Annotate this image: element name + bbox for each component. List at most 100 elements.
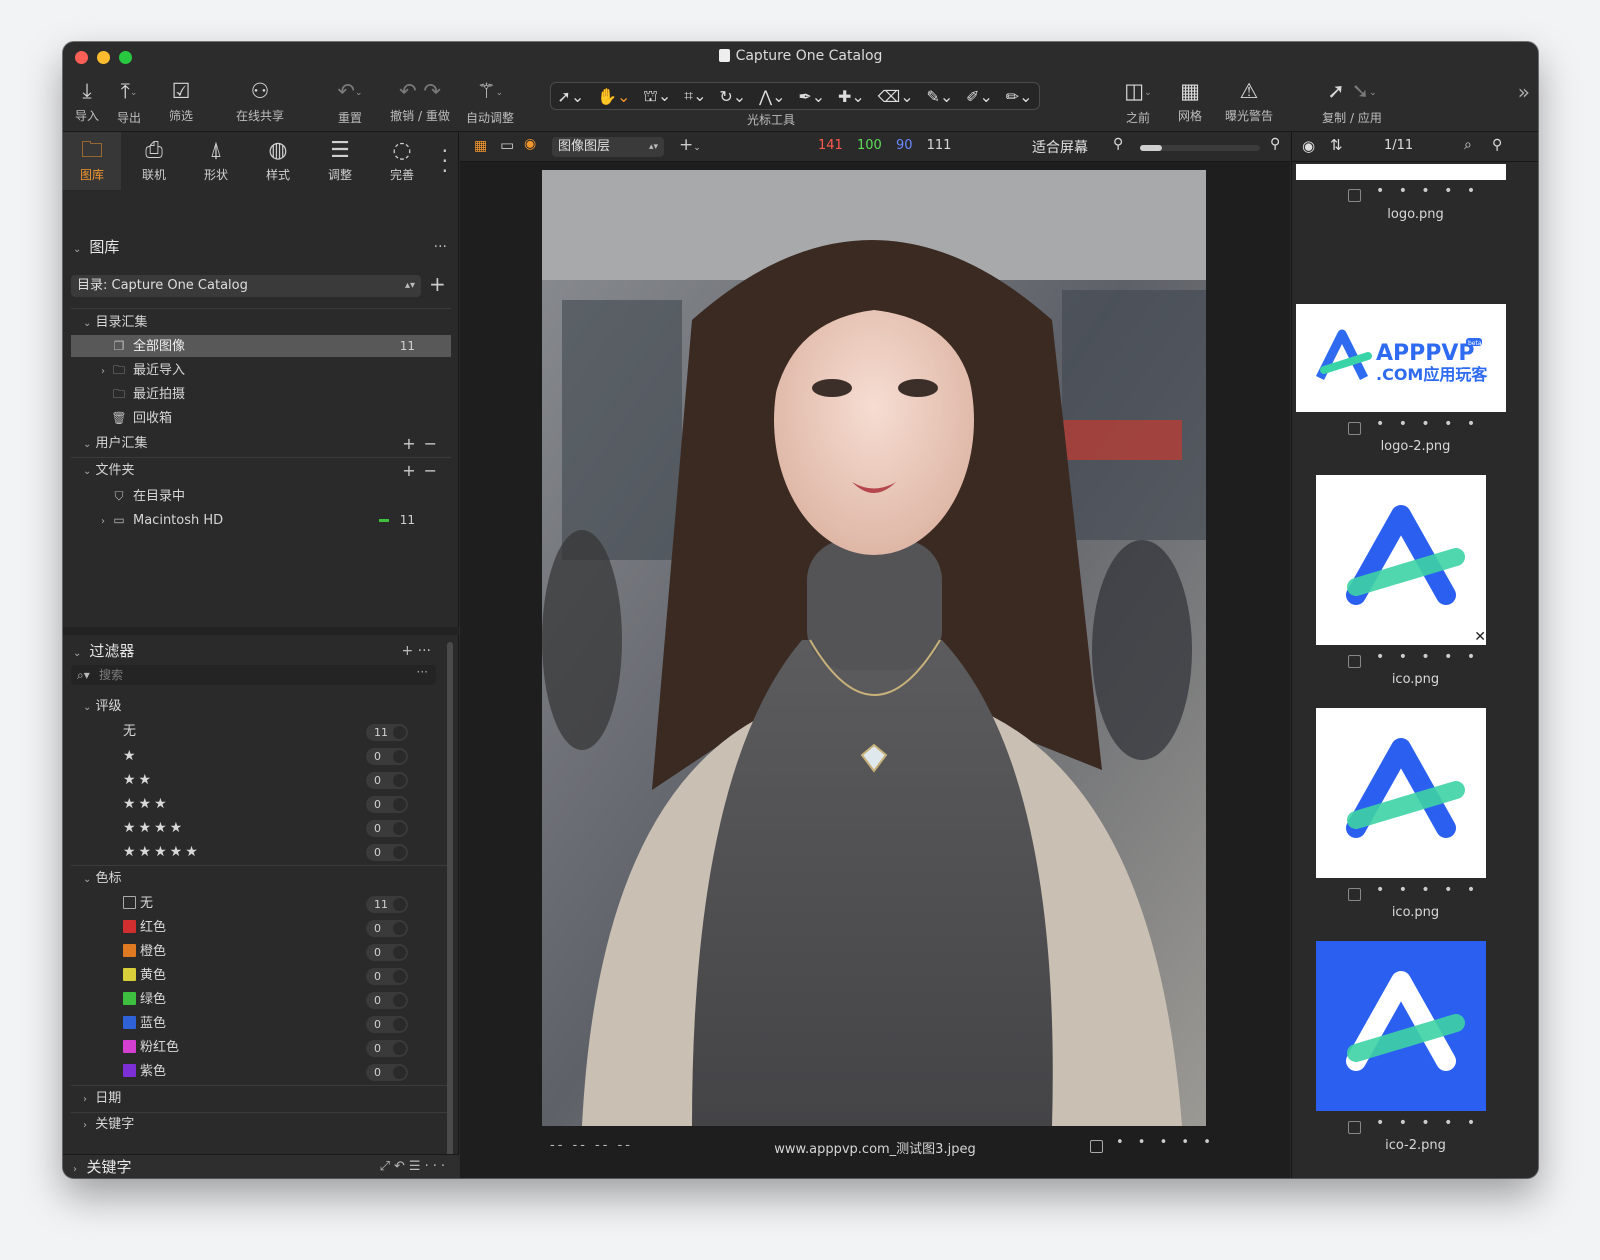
browser-item-logo[interactable]: • • • • • logo.png bbox=[1292, 164, 1538, 284]
rating-dots[interactable]: • • • • • bbox=[1376, 649, 1480, 665]
fit-to-screen-button[interactable]: 适合屏幕 bbox=[1032, 137, 1088, 157]
rating-dots[interactable]: • • • • • bbox=[1376, 416, 1480, 432]
select-cursor-icon[interactable]: ➚⌄ bbox=[557, 87, 584, 106]
collection-recent-captures[interactable]: 🗀 最近拍摄 bbox=[71, 383, 451, 405]
pan-hand-icon[interactable]: ✋⌄ bbox=[597, 87, 630, 106]
gradient-icon[interactable]: ✐⌄ bbox=[966, 87, 993, 106]
color-filter-orange[interactable]: 橙色 0 bbox=[71, 940, 436, 964]
undo-redo-button[interactable]: ↶ ↷ 撤销 / 重做 bbox=[389, 74, 451, 132]
more-icon[interactable]: ··· bbox=[417, 662, 428, 682]
color-red-count[interactable]: 0 bbox=[366, 920, 408, 937]
color-blue-count[interactable]: 0 bbox=[366, 1016, 408, 1033]
color-filter-yellow[interactable]: 黄色 0 bbox=[71, 964, 436, 988]
folders-header[interactable]: ⌄ 文件夹 +− bbox=[83, 460, 451, 482]
layer-select[interactable]: 图像图层 ▴▾ bbox=[552, 137, 664, 157]
more-icon[interactable]: ··· bbox=[434, 234, 447, 260]
color-filter-green[interactable]: 绿色 0 bbox=[71, 988, 436, 1012]
keystone-icon[interactable]: ⋀⌄ bbox=[759, 87, 786, 106]
select-checkbox[interactable] bbox=[1348, 888, 1361, 901]
rating-filter-2[interactable]: ★★ 0 bbox=[71, 768, 436, 792]
user-collections-header[interactable]: ⌄ 用户汇集 +− bbox=[83, 433, 451, 455]
rotate-icon[interactable]: ↻⌄ bbox=[719, 87, 746, 106]
rating-dots[interactable]: • • • • • bbox=[1376, 183, 1480, 199]
collection-all-images[interactable]: ❐ 全部图像 11 bbox=[71, 335, 451, 357]
annotate-icon[interactable]: ✏⌄ bbox=[1006, 87, 1033, 106]
exposure-warning-button[interactable]: ⚠ 曝光警告 bbox=[1219, 74, 1279, 132]
reset-button[interactable]: ↶⌄ 重置 bbox=[325, 74, 375, 132]
select-checkbox[interactable] bbox=[1348, 655, 1361, 668]
tab-capture[interactable]: ⎙ 联机 bbox=[125, 132, 183, 190]
single-view-icon[interactable]: ▭ bbox=[500, 136, 514, 154]
keyword-panel-actions[interactable]: ⤢↶☰··· bbox=[380, 1155, 449, 1178]
keywords-panel-header[interactable]: › 关键字 ⤢↶☰··· bbox=[63, 1154, 459, 1178]
add-remove-controls[interactable]: +− bbox=[402, 433, 445, 455]
tab-library[interactable]: 🗀 图库 bbox=[63, 132, 121, 190]
filters-section-header[interactable]: ⌄ 过滤器 + ··· bbox=[63, 638, 459, 664]
color-orange-count[interactable]: 0 bbox=[366, 944, 408, 961]
close-icon[interactable]: ✕ bbox=[1474, 629, 1486, 645]
search-icon[interactable]: ⌕ bbox=[1464, 137, 1472, 153]
keyword-filter-header[interactable]: › 关键字 bbox=[83, 1113, 448, 1137]
color-tag-header[interactable]: ⌄ 色标 bbox=[83, 867, 448, 891]
add-remove-controls[interactable]: +− bbox=[402, 460, 445, 482]
select-checkbox[interactable] bbox=[1348, 422, 1361, 435]
toolbar-overflow-icon[interactable]: » bbox=[1518, 80, 1530, 104]
zoom-slider-knob[interactable] bbox=[1140, 145, 1162, 151]
rating-filter-1[interactable]: ★ 0 bbox=[71, 744, 436, 768]
tabs-more-icon[interactable]: · · · bbox=[442, 141, 448, 181]
folder-macintosh-hd[interactable]: › ▭ Macintosh HD 11 bbox=[71, 509, 451, 531]
color-filter-blue[interactable]: 蓝色 0 bbox=[71, 1012, 436, 1036]
filter-search-input[interactable]: ⌕▾ 搜索 ··· bbox=[71, 665, 436, 685]
select-checkbox[interactable] bbox=[1348, 1121, 1361, 1134]
rating-filter-none[interactable]: 无 11 bbox=[71, 720, 436, 744]
tab-refine[interactable]: ◌ 完善 bbox=[373, 132, 431, 190]
import-button[interactable]: ⤓ 导入 bbox=[71, 74, 103, 132]
before-button[interactable]: ◫⌄ 之前 bbox=[1111, 74, 1165, 132]
rating-5-count[interactable]: 0 bbox=[366, 844, 408, 861]
color-filter-none[interactable]: 无 11 bbox=[71, 892, 436, 916]
collection-trash[interactable]: 🗑 回收箱 bbox=[71, 407, 451, 429]
browser-item-logo-2[interactable]: APPPVP .COM应用玩客 beta • • • • • logo-2.pn… bbox=[1292, 304, 1538, 464]
select-checkbox[interactable] bbox=[1090, 1140, 1103, 1153]
color-filter-red[interactable]: 红色 0 bbox=[71, 916, 436, 940]
rating-filter-5[interactable]: ★★★★★ 0 bbox=[71, 840, 436, 864]
rating-filter-3[interactable]: ★★★ 0 bbox=[71, 792, 436, 816]
add-layer-button[interactable]: +⌄ bbox=[679, 135, 701, 155]
rating-filter-4[interactable]: ★★★★ 0 bbox=[71, 816, 436, 840]
zoom-icon[interactable]: ⚲ bbox=[1492, 137, 1502, 153]
stamp-icon[interactable]: ⛫⌄ bbox=[643, 86, 671, 107]
zoom-in-icon[interactable]: ⚲ bbox=[1270, 136, 1280, 152]
rating-4-count[interactable]: 0 bbox=[366, 820, 408, 837]
color-filter-purple[interactable]: 紫色 0 bbox=[71, 1060, 436, 1084]
heal-icon[interactable]: ✚⌄ bbox=[838, 87, 865, 106]
date-filter-header[interactable]: › 日期 bbox=[83, 1087, 448, 1111]
zoom-slider[interactable] bbox=[1140, 145, 1260, 151]
rating-2-count[interactable]: 0 bbox=[366, 772, 408, 789]
zoom-out-icon[interactable]: ⚲ bbox=[1113, 136, 1123, 152]
add-catalog-button[interactable]: + bbox=[429, 274, 446, 294]
filter-button[interactable]: ☑ 筛选 bbox=[163, 74, 199, 132]
eye-icon[interactable]: ◉ bbox=[1302, 137, 1315, 155]
tab-lens[interactable]: ⍋ 形状 bbox=[187, 132, 245, 190]
brush-icon[interactable]: ✎⌄ bbox=[926, 87, 953, 106]
tab-adjust[interactable]: ☰ 调整 bbox=[311, 132, 369, 190]
rating-dots[interactable]: • • • • • bbox=[1116, 1135, 1216, 1150]
rating-dots[interactable]: • • • • • bbox=[1376, 882, 1480, 898]
eraser-icon[interactable]: ⌫⌄ bbox=[878, 87, 914, 106]
rating-3-count[interactable]: 0 bbox=[366, 796, 408, 813]
sort-icon[interactable]: ⇅ bbox=[1330, 136, 1343, 154]
browser-item-ico[interactable]: ✕ • • • • • ico.png bbox=[1292, 475, 1538, 695]
catalog-select[interactable]: 目录: Capture One Catalog ▴▾ bbox=[71, 275, 421, 297]
rating-header[interactable]: ⌄ 评级 bbox=[83, 695, 448, 719]
collection-recent-imports[interactable]: › 🗀 最近导入 bbox=[71, 359, 451, 381]
browser-item-ico-2nd[interactable]: • • • • • ico.png bbox=[1292, 708, 1538, 928]
share-online-button[interactable]: ⚇ 在线共享 bbox=[229, 74, 291, 132]
color-yellow-count[interactable]: 0 bbox=[366, 968, 408, 985]
rating-dots[interactable]: • • • • • bbox=[1376, 1115, 1480, 1131]
export-button[interactable]: ⤒⌄ 导出 bbox=[109, 74, 149, 132]
copy-apply-button[interactable]: ➚ ➘⌄ 复制 / 应用 bbox=[1317, 74, 1387, 132]
grid-button[interactable]: ▦ 网格 bbox=[1173, 74, 1207, 132]
color-filter-pink[interactable]: 粉红色 0 bbox=[71, 1036, 436, 1060]
color-pink-count[interactable]: 0 bbox=[366, 1040, 408, 1057]
auto-adjust-button[interactable]: ⚚⌄ 自动调整 bbox=[463, 74, 517, 132]
